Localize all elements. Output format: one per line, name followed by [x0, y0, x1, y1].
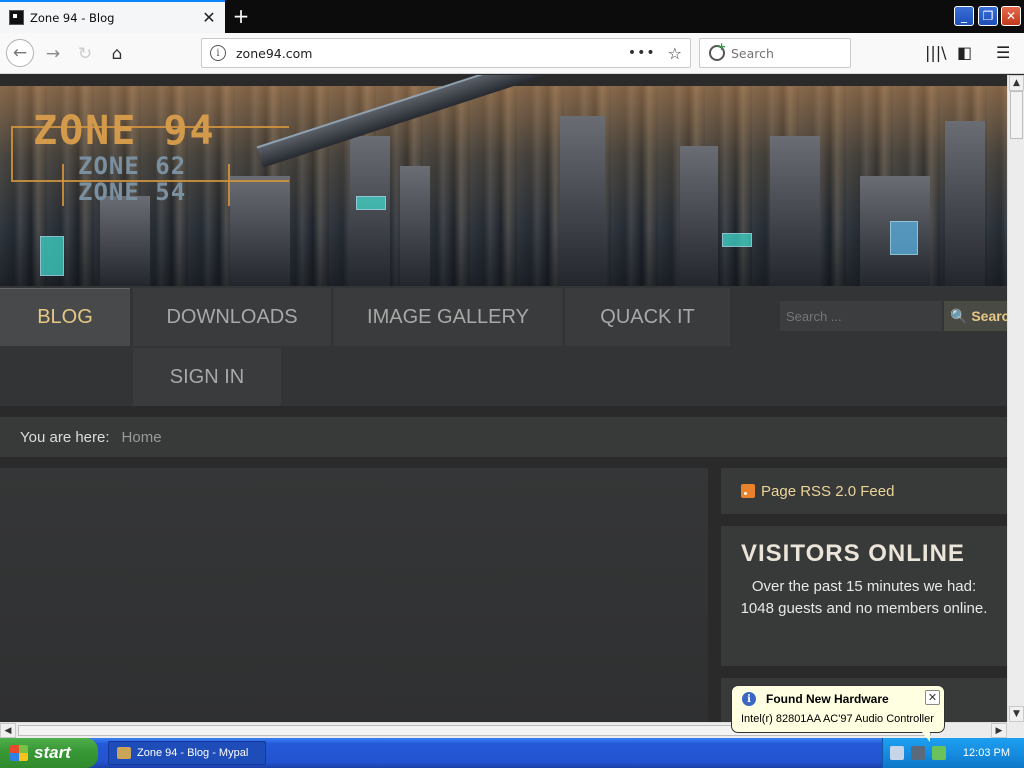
scroll-left-icon[interactable]: ◀: [0, 723, 16, 738]
menu-item-quack-it[interactable]: QUACK IT: [565, 288, 730, 346]
browser-search-box[interactable]: Search: [699, 38, 851, 68]
page-viewport: ZONE 94 ZONE 62 ZONE 54 BLOG DOWNLOADS I…: [0, 75, 1007, 722]
start-label: start: [34, 743, 71, 762]
site-search-button[interactable]: 🔍 Search: [944, 301, 1007, 331]
library-icon[interactable]: |||\: [925, 43, 947, 62]
info-icon: i: [742, 692, 756, 706]
rss-icon[interactable]: [741, 484, 755, 498]
neon-sign: [890, 221, 918, 255]
neon-sign: [356, 196, 386, 210]
window-close-button[interactable]: ✕: [1001, 6, 1021, 26]
site-main-menu: BLOG DOWNLOADS IMAGE GALLERY QUACK IT SI…: [0, 286, 1007, 406]
navigation-toolbar: ← → ↻ ⌂ i zone94.com ••• ☆ Search |||\ ◧…: [0, 33, 1024, 74]
skyline-building: [770, 136, 820, 286]
scroll-up-icon[interactable]: ▲: [1009, 75, 1024, 91]
back-button[interactable]: ←: [6, 39, 34, 67]
site-logo-subtitle-1: ZONE 62: [78, 152, 187, 180]
visitors-online-text: Over the past 15 minutes we had: 1048 gu…: [740, 578, 988, 617]
taskbar-window-button[interactable]: Zone 94 - Blog - Mypal: [108, 741, 266, 765]
sidebar-icon[interactable]: ◧: [957, 43, 972, 62]
address-bar[interactable]: i zone94.com ••• ☆: [201, 38, 691, 68]
rss-feed-module: Page RSS 2.0 Feed: [721, 468, 1007, 514]
skyline-building: [400, 166, 430, 286]
new-tab-button[interactable]: +: [229, 4, 253, 28]
system-tray: 12:03 PM: [882, 738, 1024, 768]
network-icon[interactable]: [911, 746, 925, 760]
breadcrumb-home: Home: [121, 428, 162, 446]
bookmark-star-icon[interactable]: ☆: [668, 44, 682, 63]
skyline-building: [350, 136, 390, 286]
browser-search-placeholder: Search: [731, 45, 774, 61]
skyline-building: [560, 116, 605, 286]
reload-button[interactable]: ↻: [72, 41, 98, 67]
vertical-scroll-thumb[interactable]: [1010, 91, 1023, 139]
site-info-icon[interactable]: i: [210, 45, 226, 61]
skyline-building: [680, 146, 718, 286]
skyline-building: [100, 196, 150, 286]
notification-body: Intel(r) 82801AA AC'97 Audio Controller: [741, 713, 934, 725]
tab-title: Zone 94 - Blog: [30, 10, 115, 25]
monorail-track: [256, 75, 606, 168]
menu-item-image-gallery[interactable]: IMAGE GALLERY: [334, 288, 562, 346]
scroll-right-icon[interactable]: ▶: [991, 723, 1007, 738]
site-search-input[interactable]: Search ...: [780, 301, 942, 331]
clock[interactable]: 12:03 PM: [963, 747, 1010, 759]
visitors-online-module: VISITORS ONLINE Over the past 15 minutes…: [721, 526, 1007, 666]
breadcrumb: You are here: Home: [0, 417, 1007, 457]
tab-bar: Zone 94 - Blog ✕ + _ ❐ ✕: [0, 0, 1024, 33]
hardware-icon[interactable]: [932, 746, 946, 760]
hamburger-menu-icon[interactable]: ☰: [996, 43, 1010, 62]
vertical-scrollbar[interactable]: ▲ ▼: [1007, 75, 1024, 722]
notification-close-icon[interactable]: ✕: [925, 690, 940, 705]
menu-item-downloads[interactable]: DOWNLOADS: [133, 288, 331, 346]
keyboard-icon[interactable]: [890, 746, 904, 760]
home-button[interactable]: ⌂: [104, 41, 130, 67]
search-engine-icon[interactable]: [709, 40, 726, 61]
rss-feed-link[interactable]: Page RSS 2.0 Feed: [761, 483, 894, 500]
start-button[interactable]: start: [0, 738, 98, 768]
window-maximize-button[interactable]: ❐: [978, 6, 998, 26]
page-actions-icon[interactable]: •••: [628, 45, 656, 61]
browser-tab[interactable]: Zone 94 - Blog ✕: [0, 0, 225, 33]
main-content-area: [0, 468, 708, 722]
skyline-building: [945, 121, 985, 286]
scroll-down-icon[interactable]: ▼: [1009, 706, 1024, 722]
url-text[interactable]: zone94.com: [236, 46, 628, 61]
menu-item-blog[interactable]: BLOG: [0, 288, 130, 346]
menu-item-sign-in[interactable]: SIGN IN: [133, 348, 281, 406]
scrollbar-corner: [1007, 722, 1024, 738]
taskbar-window-label: Zone 94 - Blog - Mypal: [137, 747, 249, 759]
breadcrumb-label: You are here:: [20, 428, 110, 446]
site-logo-title[interactable]: ZONE 94: [33, 108, 216, 154]
balloon-tail: [922, 732, 930, 742]
header-banner-image: ZONE 94 ZONE 62 ZONE 54: [0, 75, 1007, 286]
window-minimize-button[interactable]: _: [954, 6, 974, 26]
visitors-online-title: VISITORS ONLINE: [741, 540, 965, 567]
site-logo-subtitle-2: ZONE 54: [78, 178, 187, 206]
tab-close-icon[interactable]: ✕: [199, 8, 219, 28]
site-favicon-icon: [9, 10, 24, 25]
notification-title: Found New Hardware: [766, 692, 889, 706]
browser-app-icon: [117, 747, 131, 759]
windows-logo-icon: [10, 745, 28, 761]
taskbar: start Zone 94 - Blog - Mypal 12:03 PM: [0, 738, 1024, 768]
skyline-building: [230, 176, 290, 286]
neon-sign: [40, 236, 64, 276]
notification-balloon[interactable]: i Found New Hardware Intel(r) 82801AA AC…: [731, 685, 945, 742]
forward-button[interactable]: →: [40, 41, 66, 67]
neon-sign: [722, 233, 752, 247]
